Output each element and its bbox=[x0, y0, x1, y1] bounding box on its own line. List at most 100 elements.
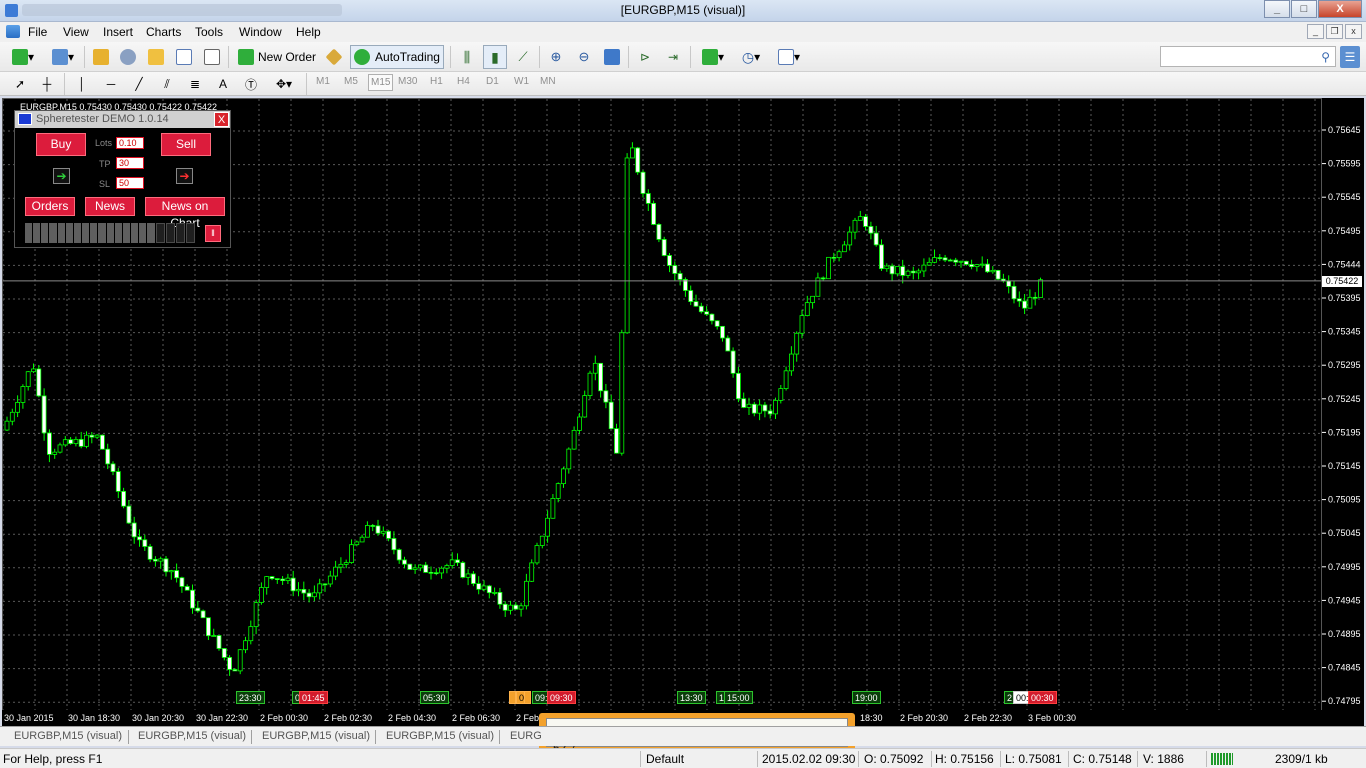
cursor-tool[interactable]: ➚ bbox=[10, 73, 30, 95]
candle bbox=[529, 559, 535, 583]
arrows-tool[interactable]: ✥ ▾ bbox=[269, 73, 299, 95]
timeframe-mn[interactable]: MN bbox=[540, 76, 556, 87]
templates-button[interactable]: ▾ bbox=[772, 46, 806, 68]
mdi-close-button[interactable]: x bbox=[1345, 24, 1362, 39]
candlestick-button[interactable]: ▮ bbox=[483, 45, 507, 69]
spheretester-panel[interactable]: Spheretester DEMO 1.0.14 X Buy Sell Lots… bbox=[14, 110, 231, 248]
candle bbox=[958, 260, 964, 268]
chart-tab-3[interactable]: EURGBP,M15 (visual) bbox=[262, 730, 370, 742]
trendline-tool[interactable]: ╱ bbox=[129, 73, 149, 95]
text-label-tool[interactable]: Ⓣ bbox=[241, 73, 261, 95]
news-event-marker[interactable]: 19:00 bbox=[852, 691, 881, 704]
horizontal-line-tool[interactable]: ─ bbox=[101, 73, 121, 95]
news-event-marker[interactable]: 05:30 bbox=[420, 691, 449, 704]
timeframe-m15[interactable]: M15 bbox=[368, 74, 394, 91]
chart-shift-button[interactable]: ⇥ bbox=[662, 46, 684, 68]
orders-button[interactable]: Orders bbox=[25, 197, 75, 216]
navigator-button[interactable] bbox=[117, 46, 139, 68]
candle bbox=[508, 600, 513, 615]
candle bbox=[614, 423, 619, 454]
equidistant-channel-tool[interactable]: ⫽ bbox=[157, 73, 177, 95]
terminal-button[interactable] bbox=[173, 46, 195, 68]
sell-button[interactable]: Sell bbox=[161, 133, 211, 156]
periods-button[interactable]: ◷ ▾ bbox=[734, 46, 768, 68]
lots-input[interactable]: 0.10 bbox=[116, 137, 144, 149]
timeframe-d1[interactable]: D1 bbox=[486, 76, 499, 87]
news-event-marker[interactable]: 15:00 bbox=[724, 691, 753, 704]
mdi-minimize-button[interactable]: _ bbox=[1307, 24, 1324, 39]
timeframe-h4[interactable]: H4 bbox=[457, 76, 470, 87]
timeframe-m30[interactable]: M30 bbox=[398, 76, 417, 87]
menu-charts[interactable]: Charts bbox=[146, 25, 181, 39]
strategy-tester-button[interactable] bbox=[201, 46, 223, 68]
indicators-icon bbox=[701, 49, 718, 65]
search-input[interactable]: ⚲ bbox=[1160, 46, 1336, 67]
news-button[interactable]: News bbox=[85, 197, 135, 216]
fibonacci-tool[interactable]: ≣ bbox=[185, 73, 205, 95]
news-event-marker[interactable]: 13:30 bbox=[677, 691, 706, 704]
vertical-line-tool[interactable]: │ bbox=[72, 73, 92, 95]
chart-tab-2[interactable]: EURGBP,M15 (visual) bbox=[138, 730, 246, 742]
news-event-marker[interactable] bbox=[524, 691, 531, 704]
market-watch-button[interactable] bbox=[90, 46, 112, 68]
community-button[interactable]: ☰ bbox=[1340, 46, 1360, 68]
line-chart-button[interactable]: ⟋ bbox=[512, 46, 534, 68]
metaeditor-button[interactable] bbox=[323, 46, 345, 68]
indicators-button[interactable]: ▾ bbox=[696, 46, 730, 68]
pause-button[interactable]: ‖ bbox=[205, 225, 221, 242]
search-icon[interactable]: ⚲ bbox=[1321, 50, 1330, 64]
news-event-marker[interactable]: 23:30 bbox=[236, 691, 265, 704]
menu-view[interactable]: View bbox=[63, 25, 89, 39]
text-tool[interactable]: A bbox=[213, 73, 233, 95]
autotrading-button[interactable]: AutoTrading bbox=[350, 45, 444, 69]
menu-insert[interactable]: Insert bbox=[103, 25, 133, 39]
chart-window-icon[interactable] bbox=[6, 25, 20, 38]
price-tick-label: 0.75595 bbox=[1328, 159, 1361, 169]
panel-title-bar[interactable]: Spheretester DEMO 1.0.14 X bbox=[15, 111, 230, 128]
candle bbox=[428, 566, 434, 580]
zoom-out-button[interactable]: ⊖ bbox=[573, 46, 595, 68]
chart-tab-4[interactable]: EURGBP,M15 (visual) bbox=[386, 730, 494, 742]
menu-window[interactable]: Window bbox=[239, 25, 282, 39]
close-button[interactable]: X bbox=[1318, 0, 1362, 18]
timeframe-m5[interactable]: M5 bbox=[344, 76, 358, 87]
price-axis[interactable]: 0.75645 0.75595 0.75545 0.75495 0.75444 0.753… bbox=[1322, 98, 1364, 726]
new-order-button[interactable]: New Order bbox=[234, 46, 320, 68]
timeframe-m1[interactable]: M1 bbox=[316, 76, 330, 87]
menu-help[interactable]: Help bbox=[296, 25, 321, 39]
buy-button[interactable]: Buy bbox=[36, 133, 86, 156]
candle bbox=[476, 576, 482, 595]
candle bbox=[163, 555, 169, 577]
candle bbox=[863, 213, 868, 231]
news-event-marker[interactable]: 09:30 bbox=[547, 691, 576, 704]
mdi-restore-button[interactable]: ❐ bbox=[1326, 24, 1343, 39]
candle bbox=[25, 371, 31, 391]
news-event-marker[interactable] bbox=[509, 691, 516, 704]
timeframe-h1[interactable]: H1 bbox=[430, 76, 443, 87]
menu-tools[interactable]: Tools bbox=[195, 25, 223, 39]
profiles-button[interactable]: ▾ bbox=[46, 46, 80, 68]
panel-close-button[interactable]: X bbox=[214, 112, 229, 127]
minimize-button[interactable]: _ bbox=[1264, 0, 1290, 18]
news-on-chart-button[interactable]: News on Chart bbox=[145, 197, 225, 230]
sl-input[interactable]: 50 bbox=[116, 177, 144, 189]
news-event-marker[interactable]: 00:30 bbox=[1028, 691, 1057, 704]
menu-file[interactable]: File bbox=[28, 25, 47, 39]
progress-segment bbox=[185, 223, 196, 243]
news-event-marker[interactable]: 01:45 bbox=[299, 691, 328, 704]
tp-input[interactable]: 30 bbox=[116, 157, 144, 169]
crosshair-tool[interactable]: ┼ bbox=[37, 73, 57, 95]
timeframe-w1[interactable]: W1 bbox=[514, 76, 529, 87]
sell-arrow-icon[interactable]: ➔ bbox=[176, 168, 193, 184]
maximize-button[interactable]: □ bbox=[1291, 0, 1317, 18]
panel-title: Spheretester DEMO 1.0.14 bbox=[36, 113, 169, 125]
chart-tab-1[interactable]: EURGBP,M15 (visual) bbox=[14, 730, 122, 742]
data-window-button[interactable] bbox=[145, 46, 167, 68]
bar-chart-button[interactable]: ⫼ bbox=[456, 46, 478, 68]
auto-scroll-button[interactable]: ⊳ bbox=[634, 46, 656, 68]
chart-tab-5[interactable]: EURG bbox=[510, 730, 542, 742]
zoom-in-button[interactable]: ⊕ bbox=[545, 46, 567, 68]
tile-windows-button[interactable] bbox=[601, 46, 623, 68]
new-chart-button[interactable]: ▾ bbox=[6, 46, 40, 68]
buy-arrow-icon[interactable]: ➔ bbox=[53, 168, 70, 184]
